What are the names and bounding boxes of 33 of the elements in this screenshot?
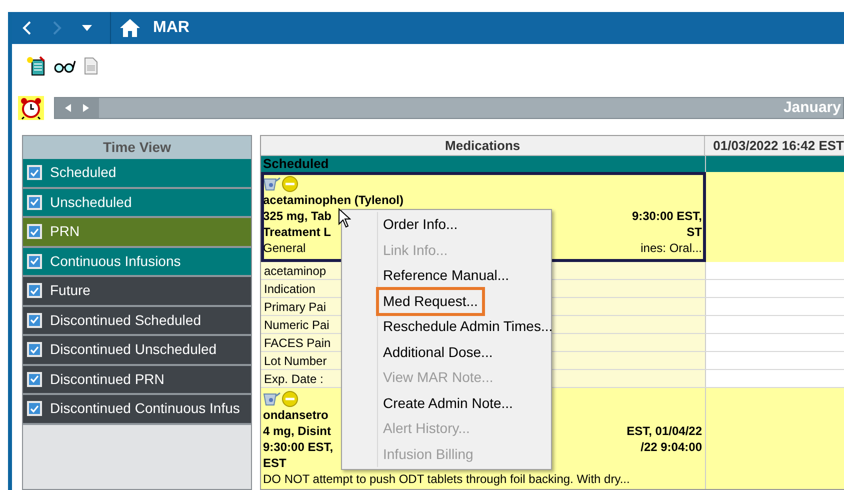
order-text: Treatment L [263, 225, 332, 239]
order-text: ondansetro [263, 408, 328, 422]
order-text: ines: Oral... [640, 240, 703, 256]
panel-header: Time View [23, 136, 251, 159]
table-cell: FACES Pain [264, 336, 331, 350]
item-label: Unscheduled [50, 192, 132, 212]
table-cell: Numeric Pai [264, 318, 330, 332]
item-label: Discontinued Unscheduled [50, 340, 217, 360]
order-text: 4 mg, Disint [263, 424, 332, 438]
order-text: General [263, 241, 306, 255]
item-label: Discontinued Continuous Infus [50, 399, 240, 418]
table-cell: acetaminop [264, 264, 326, 278]
order-text: /22 9:04:00 [640, 439, 703, 455]
order-text: 325 mg, Tab [263, 209, 332, 223]
item-label: Future [50, 281, 90, 300]
month-label: January [783, 98, 842, 118]
item-label: Continuous Infusions [50, 252, 181, 271]
table-cell: Primary Pai [264, 300, 326, 314]
order-text: acetaminophen (Tylenol) [263, 192, 404, 208]
window-title: MAR [153, 18, 190, 38]
order-text: 9:30:00 EST, [263, 440, 334, 454]
item-label: Discontinued Scheduled [50, 310, 201, 330]
table-cell: Exp. Date : [264, 372, 324, 386]
order-text: EST, 01/04/22 [626, 423, 703, 439]
item-label: PRN [50, 222, 80, 242]
order-text: ST [686, 224, 703, 240]
table-cell: Indication [264, 282, 316, 296]
order-text: EST [263, 456, 286, 470]
order-text: 9:30:00 EST, [632, 208, 703, 224]
item-label: Discontinued PRN [50, 370, 164, 389]
item-label: Scheduled [50, 163, 116, 182]
order-text: DO NOT attempt to push ODT tablets through foil backing. With dry... [263, 471, 630, 487]
table-cell: Lot Number [264, 354, 327, 368]
